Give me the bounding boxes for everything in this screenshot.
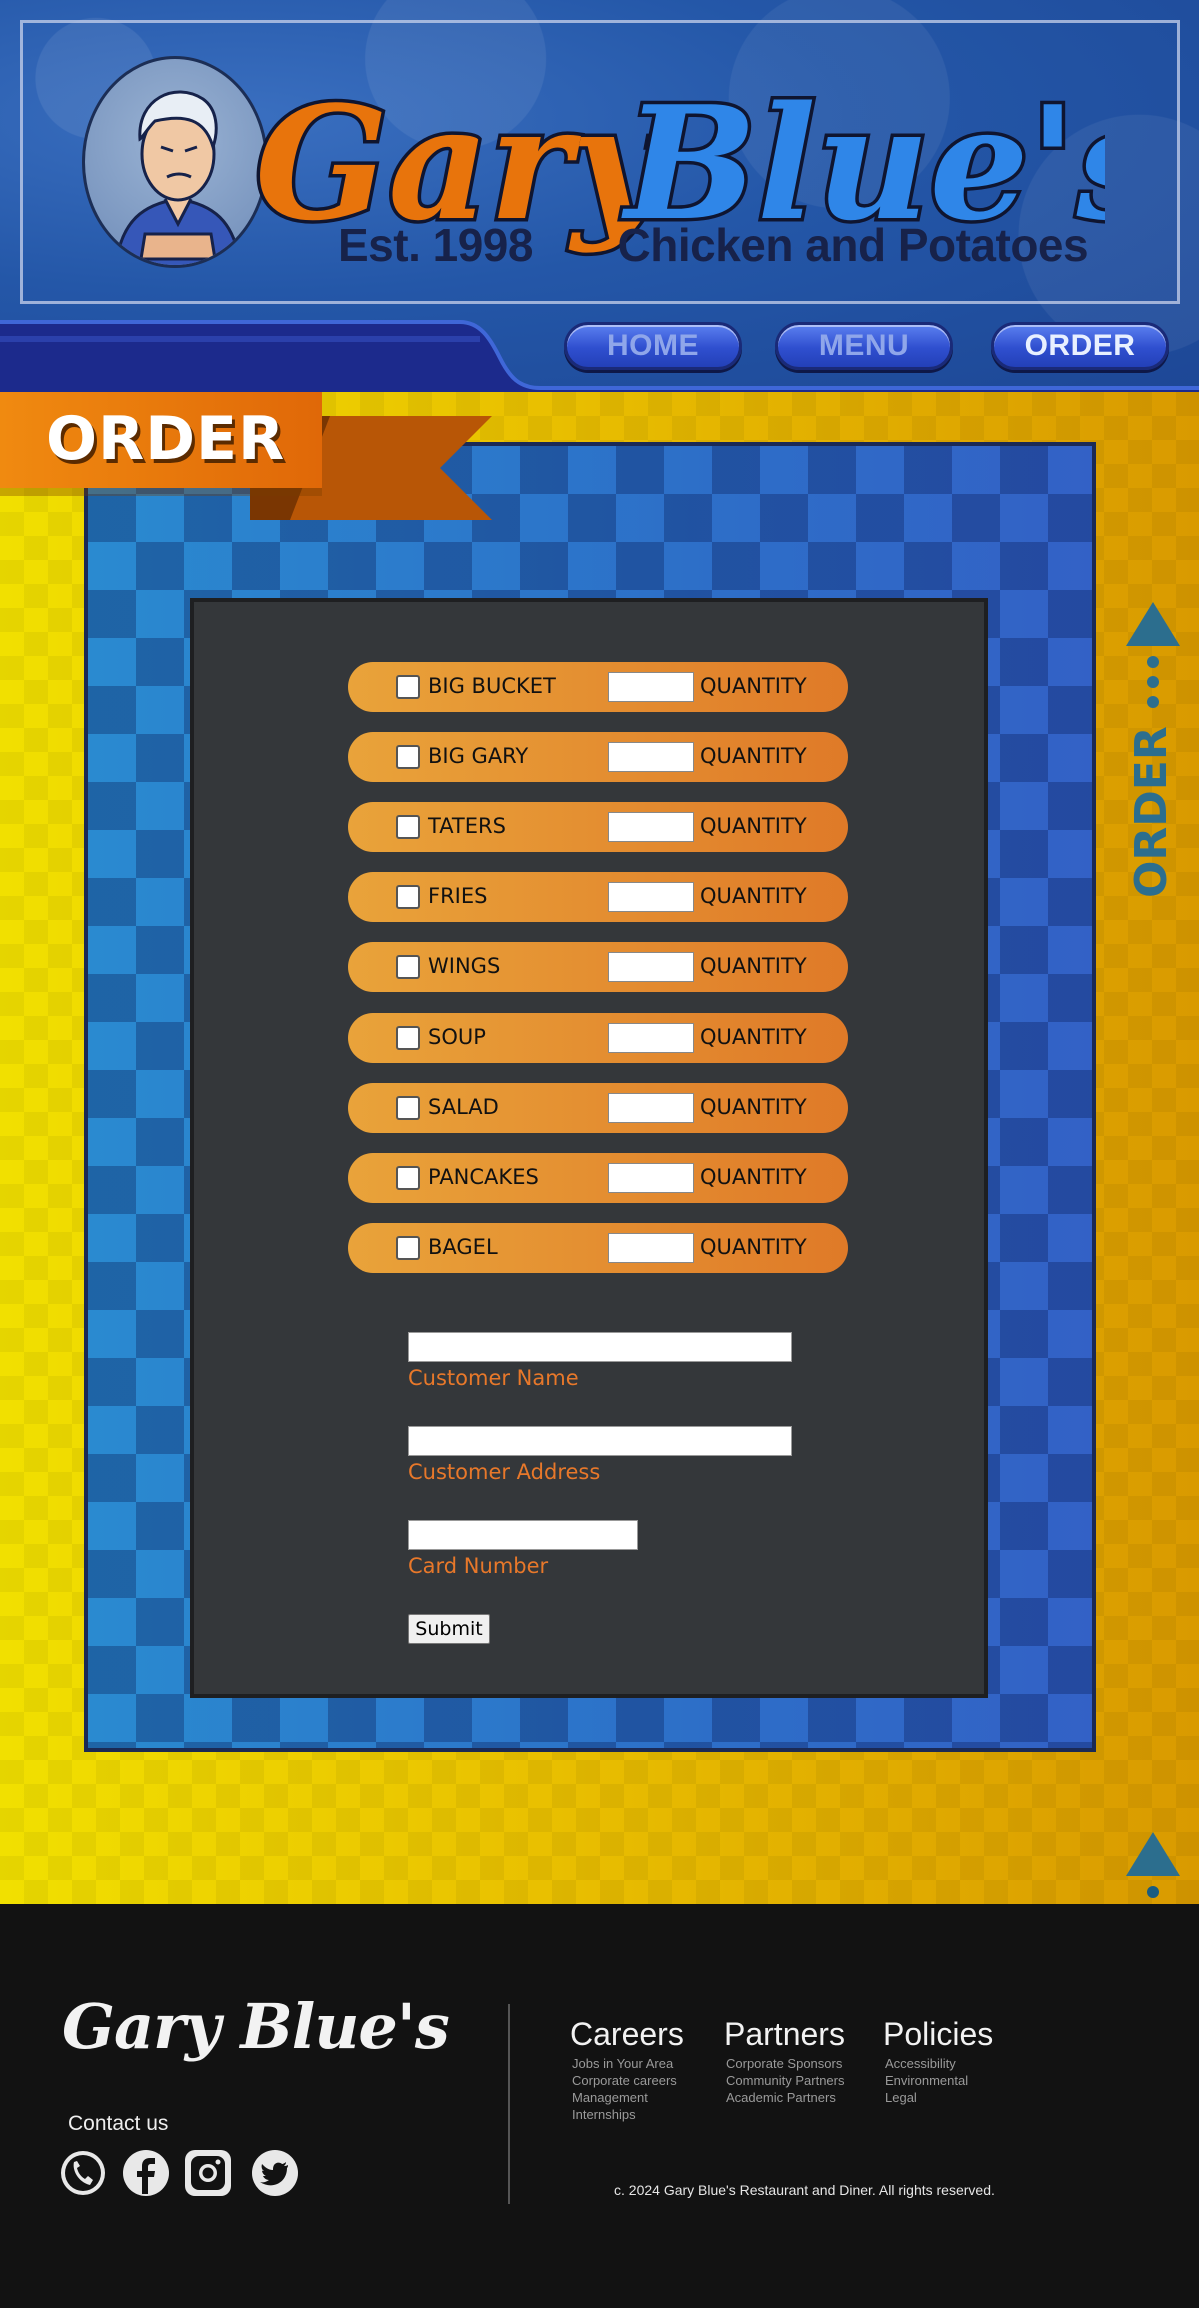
order-item-row: TATERS QUANTITY bbox=[348, 802, 848, 852]
item-quantity-label: QUANTITY bbox=[700, 954, 807, 978]
item-name: BIG BUCKET bbox=[428, 674, 556, 698]
item-quantity-input[interactable] bbox=[608, 952, 694, 982]
footer-link[interactable]: Corporate Sponsors bbox=[726, 2056, 842, 2071]
order-item-row: FRIES QUANTITY bbox=[348, 872, 848, 922]
nav-home-button[interactable]: HOME bbox=[564, 322, 742, 370]
customer-address-label: Customer Address bbox=[408, 1460, 601, 1484]
item-quantity-input[interactable] bbox=[608, 1093, 694, 1123]
item-checkbox[interactable] bbox=[396, 1236, 420, 1260]
order-item-row: SALAD QUANTITY bbox=[348, 1083, 848, 1133]
page-title: ORDER bbox=[46, 404, 286, 474]
copyright-text: c. 2024 Gary Blue's Restaurant and Diner… bbox=[614, 2182, 995, 2198]
footer-link[interactable]: Legal bbox=[885, 2090, 917, 2105]
item-checkbox[interactable] bbox=[396, 885, 420, 909]
item-quantity-input[interactable] bbox=[608, 742, 694, 772]
item-checkbox[interactable] bbox=[396, 815, 420, 839]
footer-link[interactable]: Jobs in Your Area bbox=[572, 2056, 673, 2071]
item-quantity-label: QUANTITY bbox=[700, 884, 807, 908]
item-quantity-label: QUANTITY bbox=[700, 814, 807, 838]
footer-link[interactable]: Management bbox=[572, 2090, 648, 2105]
item-quantity-label: QUANTITY bbox=[700, 1235, 807, 1259]
footer-link[interactable]: Accessibility bbox=[885, 2056, 956, 2071]
phone-icon[interactable] bbox=[58, 2148, 108, 2198]
instagram-icon[interactable] bbox=[183, 2148, 233, 2198]
submit-button[interactable]: Submit bbox=[408, 1614, 490, 1644]
item-quantity-input[interactable] bbox=[608, 882, 694, 912]
footer-column-title: Careers bbox=[570, 2016, 684, 2052]
customer-name-label: Customer Name bbox=[408, 1366, 579, 1390]
item-quantity-label: QUANTITY bbox=[700, 1165, 807, 1189]
site-footer bbox=[0, 1904, 1199, 2308]
card-number-input[interactable] bbox=[408, 1520, 638, 1550]
item-quantity-input[interactable] bbox=[608, 1023, 694, 1053]
item-name: TATERS bbox=[428, 814, 506, 838]
item-quantity-input[interactable] bbox=[608, 672, 694, 702]
item-quantity-label: QUANTITY bbox=[700, 1025, 807, 1049]
order-item-row: BIG GARY QUANTITY bbox=[348, 732, 848, 782]
order-item-row: SOUP QUANTITY bbox=[348, 1013, 848, 1063]
item-name: BAGEL bbox=[428, 1235, 498, 1259]
item-quantity-label: QUANTITY bbox=[700, 674, 807, 698]
order-item-row: PANCAKES QUANTITY bbox=[348, 1153, 848, 1203]
item-quantity-input[interactable] bbox=[608, 812, 694, 842]
item-name: SOUP bbox=[428, 1025, 486, 1049]
item-quantity-input[interactable] bbox=[608, 1163, 694, 1193]
item-quantity-label: QUANTITY bbox=[700, 1095, 807, 1119]
facebook-icon[interactable] bbox=[121, 2148, 171, 2198]
order-item-row: BAGEL QUANTITY bbox=[348, 1223, 848, 1273]
nav-menu-button[interactable]: MENU bbox=[775, 322, 953, 370]
item-name: BIG GARY bbox=[428, 744, 529, 768]
item-checkbox[interactable] bbox=[396, 955, 420, 979]
item-name: PANCAKES bbox=[428, 1165, 539, 1189]
footer-link[interactable]: Academic Partners bbox=[726, 2090, 836, 2105]
item-quantity-input[interactable] bbox=[608, 1233, 694, 1263]
contact-us-label: Contact us bbox=[68, 2112, 169, 2135]
item-checkbox[interactable] bbox=[396, 675, 420, 699]
customer-address-input[interactable] bbox=[408, 1426, 792, 1456]
nav-order-button[interactable]: ORDER bbox=[991, 322, 1169, 370]
order-item-row: BIG BUCKET QUANTITY bbox=[348, 662, 848, 712]
footer-link[interactable]: Internships bbox=[572, 2107, 636, 2122]
footer-divider bbox=[508, 2004, 510, 2204]
item-name: FRIES bbox=[428, 884, 488, 908]
item-name: WINGS bbox=[428, 954, 501, 978]
site-header: Gary Blue's Est. 1998 Chicken and Potato… bbox=[0, 0, 1199, 392]
item-quantity-label: QUANTITY bbox=[700, 744, 807, 768]
logo-tagline: Est. 1998 Chicken and Potatoes bbox=[338, 218, 1098, 272]
svg-text:ORDER: ORDER bbox=[1126, 726, 1177, 898]
footer-brand: Gary Blue's bbox=[62, 1990, 450, 2063]
item-checkbox[interactable] bbox=[396, 1166, 420, 1190]
side-order-label-top: ORDER bbox=[1126, 602, 1180, 898]
item-name: SALAD bbox=[428, 1095, 499, 1119]
card-number-label: Card Number bbox=[408, 1554, 549, 1578]
item-checkbox[interactable] bbox=[396, 745, 420, 769]
footer-link[interactable]: Community Partners bbox=[726, 2073, 844, 2088]
footer-column-title: Policies bbox=[883, 2016, 994, 2052]
item-checkbox[interactable] bbox=[396, 1096, 420, 1120]
twitter-icon[interactable] bbox=[250, 2148, 300, 2198]
mascot-portrait bbox=[82, 56, 268, 268]
footer-link[interactable]: Environmental bbox=[885, 2073, 968, 2088]
item-checkbox[interactable] bbox=[396, 1026, 420, 1050]
footer-column-title: Partners bbox=[724, 2016, 845, 2052]
order-item-row: WINGS QUANTITY bbox=[348, 942, 848, 992]
footer-link[interactable]: Corporate careers bbox=[572, 2073, 677, 2088]
tagline-description: Chicken and Potatoes bbox=[617, 219, 1089, 271]
tagline-est: Est. 1998 bbox=[338, 219, 533, 271]
customer-name-input[interactable] bbox=[408, 1332, 792, 1362]
